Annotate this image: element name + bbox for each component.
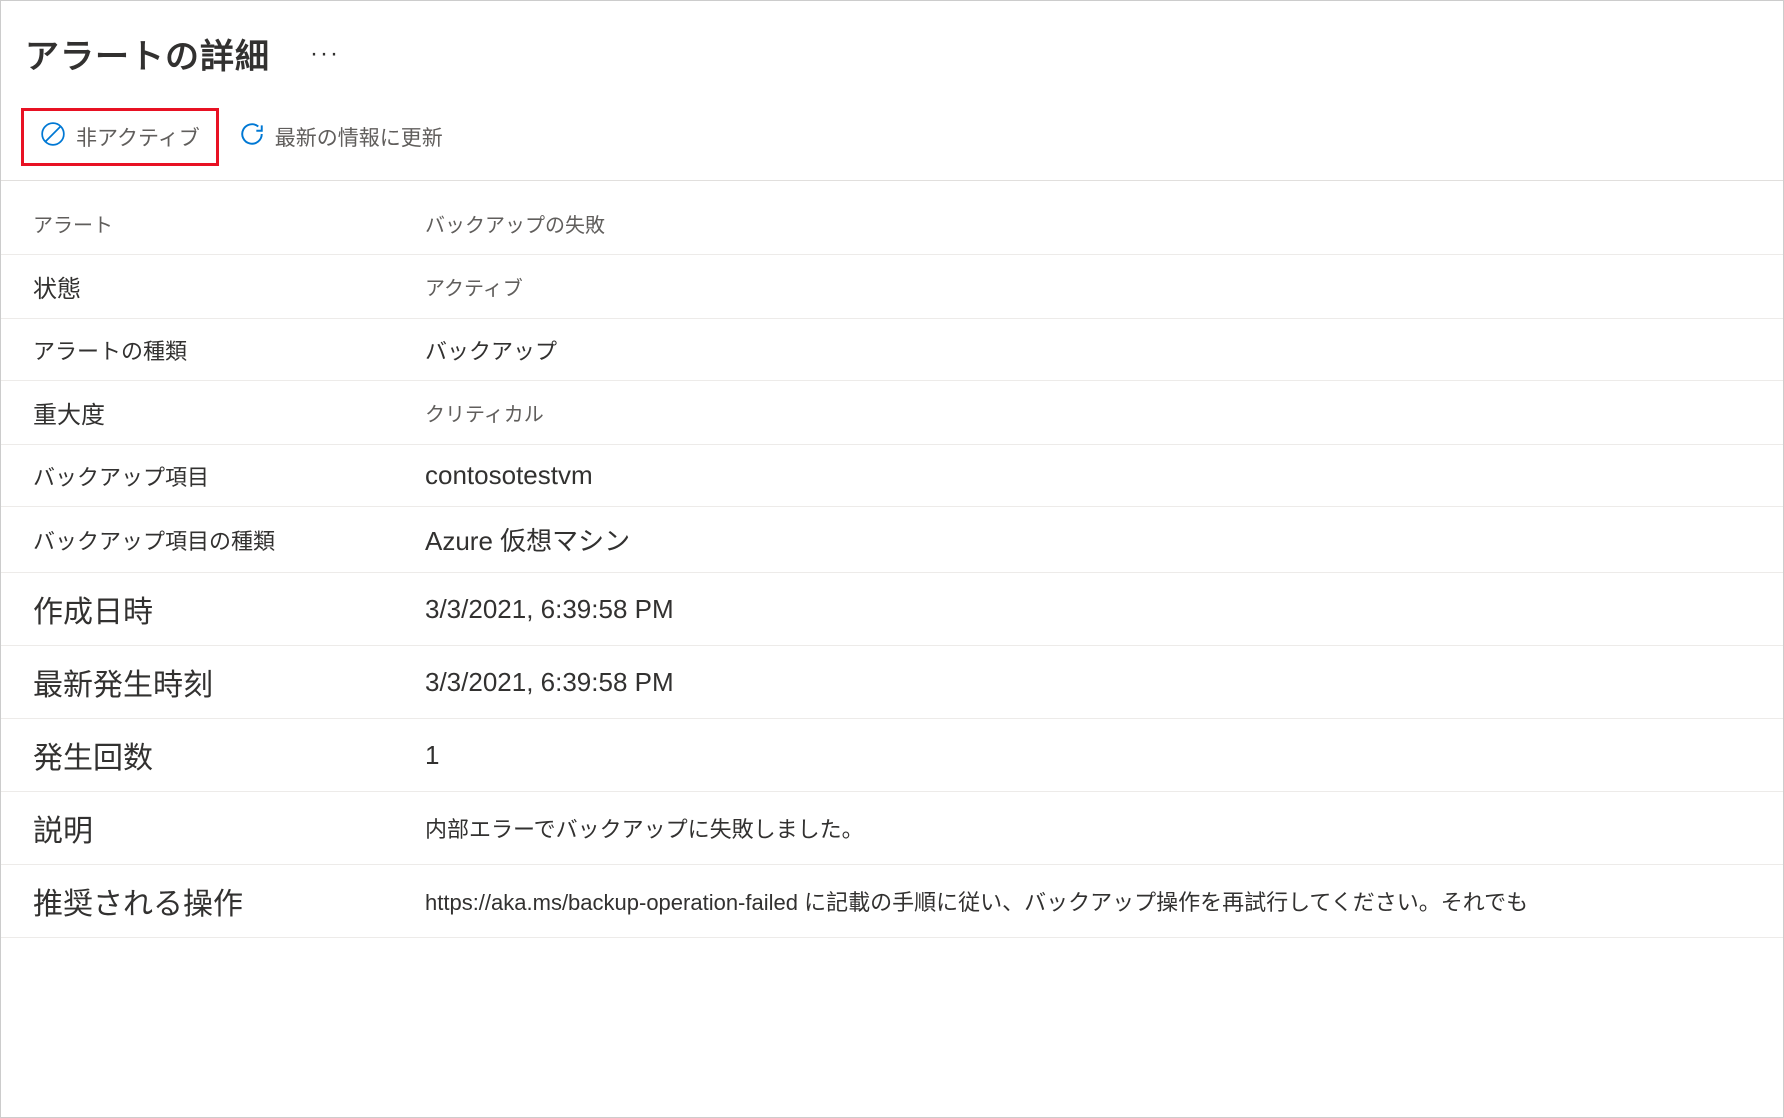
value-created: 3/3/2021, 6:39:58 PM: [405, 580, 694, 639]
inactive-button-label: 非アクティブ: [76, 122, 200, 152]
label-description: 説明: [1, 792, 405, 864]
alert-details-panel: アラートの詳細 ··· 非アクティブ 最新の情報に更新 アラ: [1, 1, 1783, 1117]
value-backup-item: contosotestvm: [405, 446, 613, 505]
value-state: アクティブ: [405, 258, 543, 315]
label-alert-type: アラートの種類: [1, 320, 405, 380]
value-alert-type: バックアップ: [405, 320, 577, 380]
value-occurrence-count: 1: [405, 726, 459, 785]
toolbar: 非アクティブ 最新の情報に更新: [1, 94, 1783, 181]
row-alert-type: アラートの種類 バックアップ: [1, 319, 1783, 381]
header: アラートの詳細 ···: [1, 1, 1783, 94]
value-severity: クリティカル: [405, 384, 564, 441]
page-title: アラートの詳細: [25, 29, 270, 78]
label-recommended-action: 推奨される操作: [1, 865, 405, 937]
row-severity: 重大度 クリティカル: [1, 381, 1783, 445]
row-occurrence-count: 発生回数 1: [1, 719, 1783, 792]
value-backup-item-type: Azure 仮想マシン: [405, 507, 650, 572]
value-last-occurred: 3/3/2021, 6:39:58 PM: [405, 653, 694, 712]
inactive-button[interactable]: 非アクティブ: [21, 108, 219, 166]
value-description: 内部エラーでバックアップに失敗しました。: [405, 798, 884, 858]
label-occurrence-count: 発生回数: [1, 719, 405, 791]
label-last-occurred: 最新発生時刻: [1, 646, 405, 718]
value-alert: バックアップの失敗: [405, 195, 625, 252]
row-created: 作成日時 3/3/2021, 6:39:58 PM: [1, 573, 1783, 646]
label-severity: 重大度: [1, 381, 405, 444]
refresh-button[interactable]: 最新の情報に更新: [225, 111, 457, 163]
row-last-occurred: 最新発生時刻 3/3/2021, 6:39:58 PM: [1, 646, 1783, 719]
label-state: 状態: [1, 255, 405, 318]
label-alert: アラート: [1, 195, 405, 252]
value-recommended-action: https://aka.ms/backup-operation-failed に…: [405, 871, 1548, 931]
row-backup-item: バックアップ項目 contosotestvm: [1, 445, 1783, 507]
details-list: アラート バックアップの失敗 状態 アクティブ アラートの種類 バックアップ 重…: [1, 181, 1783, 938]
row-state: 状態 アクティブ: [1, 255, 1783, 319]
label-backup-item-type: バックアップ項目の種類: [1, 510, 405, 570]
row-description: 説明 内部エラーでバックアップに失敗しました。: [1, 792, 1783, 865]
block-icon: [40, 121, 66, 153]
row-alert: アラート バックアップの失敗: [1, 193, 1783, 255]
refresh-icon: [239, 121, 265, 153]
refresh-button-label: 最新の情報に更新: [275, 122, 443, 152]
label-created: 作成日時: [1, 573, 405, 645]
row-backup-item-type: バックアップ項目の種類 Azure 仮想マシン: [1, 507, 1783, 573]
label-backup-item: バックアップ項目: [1, 446, 405, 506]
more-icon[interactable]: ···: [310, 40, 340, 68]
row-recommended-action: 推奨される操作 https://aka.ms/backup-operation-…: [1, 865, 1783, 938]
